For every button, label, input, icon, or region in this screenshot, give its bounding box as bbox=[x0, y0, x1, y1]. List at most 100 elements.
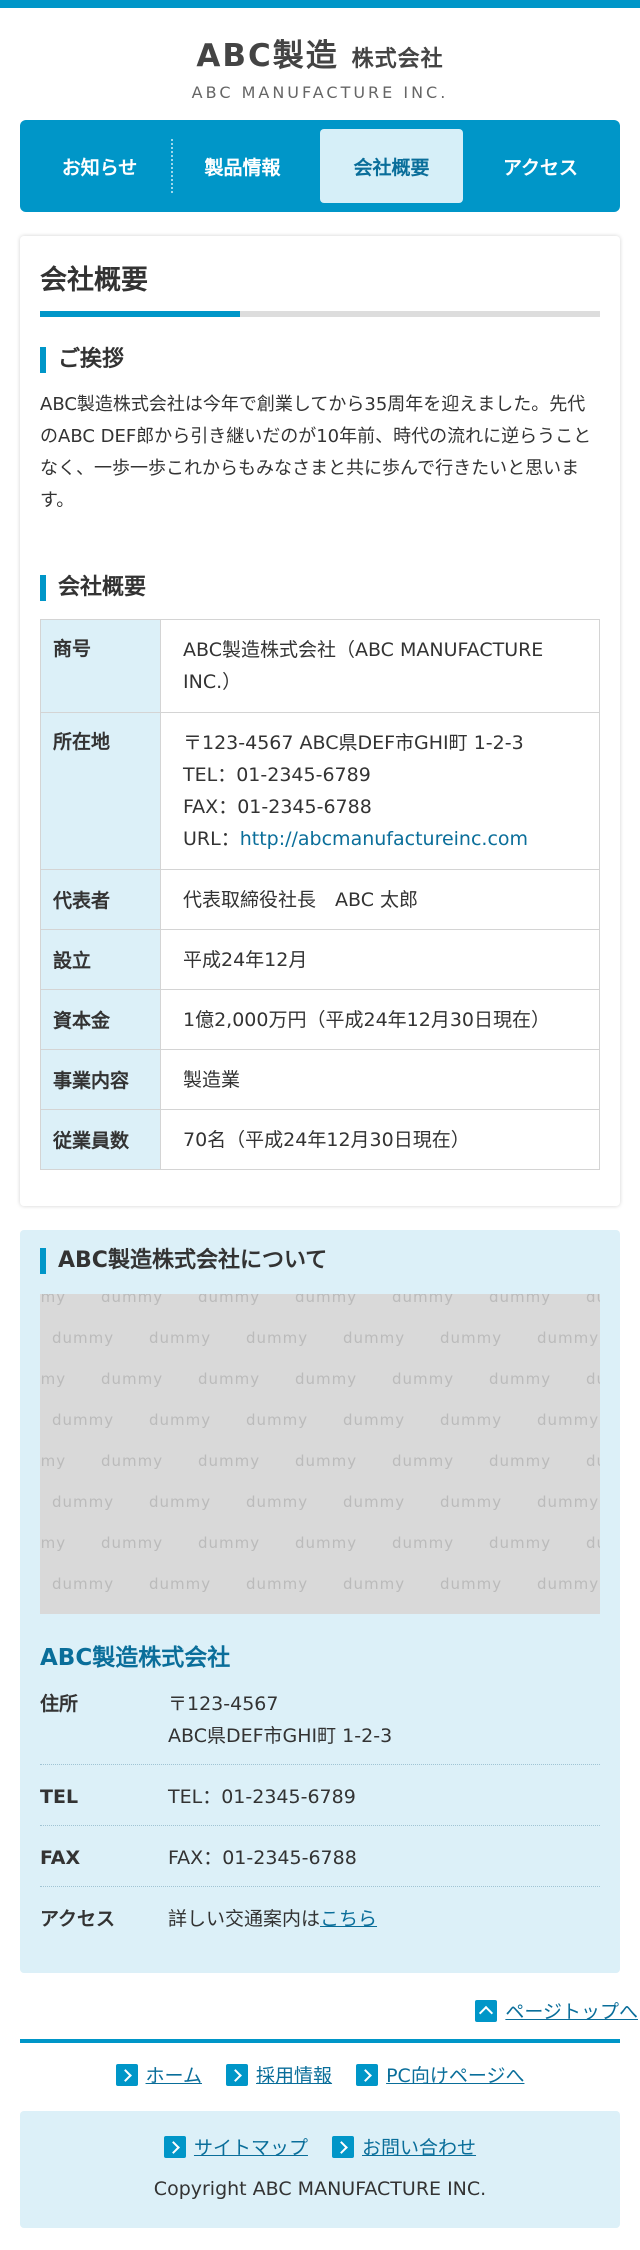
table-row: 事業内容 製造業 bbox=[40, 1049, 600, 1110]
footer-link-home[interactable]: ホーム bbox=[146, 2065, 202, 2087]
map-watermark-text: dummy bbox=[40, 1294, 67, 1306]
nav-item-products[interactable]: 製品情報 bbox=[171, 129, 314, 203]
map-watermark-text: dummy bbox=[586, 1370, 600, 1388]
map-watermark-text: dummy bbox=[198, 1534, 261, 1552]
row-key: 従業員数 bbox=[40, 1109, 161, 1170]
postal-code: 〒123-4567 bbox=[168, 1693, 279, 1715]
map-watermark-text: dummy bbox=[586, 1534, 600, 1552]
company-card: 会社概要 ご挨拶 ABC製造株式会社は今年で創業してから35周年を迎えました。先… bbox=[20, 236, 620, 1206]
info-value: FAX：01-2345-6788 bbox=[168, 1847, 357, 1869]
row-value: ABC製造株式会社（ABC MANUFACTURE INC.） bbox=[160, 619, 600, 713]
nav-item-access[interactable]: アクセス bbox=[469, 129, 612, 203]
info-value: TEL：01-2345-6789 bbox=[168, 1786, 356, 1808]
logo-subtitle: ABC MANUFACTURE INC. bbox=[191, 83, 449, 102]
row-key: 資本金 bbox=[40, 989, 161, 1050]
footer-link-pc[interactable]: PC向けページへ bbox=[386, 2065, 524, 2087]
info-row-fax: FAX FAX：01-2345-6788 bbox=[40, 1826, 600, 1887]
info-value: 詳しい交通案内はこちら bbox=[168, 1903, 600, 1935]
map-watermark-text: dummy bbox=[489, 1534, 552, 1552]
arrow-up-icon bbox=[475, 2000, 498, 2022]
map-watermark-text: dummy bbox=[343, 1575, 406, 1593]
website-link[interactable]: http://abcmanufactureinc.com bbox=[240, 828, 528, 850]
row-key: 商号 bbox=[40, 619, 161, 713]
map-watermark-text: dummy bbox=[537, 1411, 600, 1429]
footer-link-sitemap[interactable]: サイトマップ bbox=[194, 2137, 308, 2159]
access-link[interactable]: こちら bbox=[320, 1908, 377, 1930]
row-value: 1億2,000万円（平成24年12月30日現在） bbox=[160, 989, 600, 1050]
map-watermark-text: dummy bbox=[343, 1411, 406, 1429]
map-watermark-text: dummy bbox=[40, 1452, 67, 1470]
map-watermark-text: dummy bbox=[149, 1575, 212, 1593]
map-watermark-text: dummy bbox=[489, 1294, 552, 1306]
nav-item-news[interactable]: お知らせ bbox=[28, 129, 171, 203]
info-row-tel: TEL TEL：01-2345-6789 bbox=[40, 1765, 600, 1826]
chevron-right-icon bbox=[332, 2136, 355, 2158]
chevron-right-icon bbox=[163, 2136, 186, 2158]
about-heading: ABC製造株式会社について bbox=[40, 1248, 600, 1274]
about-section: ABC製造株式会社について dummydummydummydummydummyd… bbox=[20, 1230, 620, 1973]
row-key: 設立 bbox=[40, 929, 161, 990]
chevron-right-icon bbox=[356, 2064, 379, 2086]
global-nav: お知らせ 製品情報 会社概要 アクセス bbox=[20, 120, 620, 212]
map-watermark-text: dummy bbox=[101, 1294, 164, 1306]
map-watermark-text: dummy bbox=[52, 1329, 115, 1347]
map-watermark-text: dummy bbox=[537, 1493, 600, 1511]
footer-box: サイトマップ お問い合わせ Copyright ABC MANUFACTURE … bbox=[20, 2111, 620, 2228]
map-watermark-text: dummy bbox=[295, 1294, 358, 1306]
map-placeholder[interactable]: dummy dummy dummy dummy dummy dummy dummy dummy… bbox=[40, 1294, 600, 1614]
row-value: 代表取締役社長 ABC 太郎 bbox=[160, 869, 600, 930]
access-text: 詳しい交通案内は bbox=[168, 1908, 321, 1930]
map-watermark-text: dummy bbox=[392, 1294, 455, 1306]
profile-table: 商号 ABC製造株式会社（ABC MANUFACTURE INC.） 所在地 〒… bbox=[40, 619, 600, 1170]
footer-link-item: ホーム bbox=[115, 2061, 202, 2088]
chevron-right-icon bbox=[115, 2064, 138, 2086]
row-key: 事業内容 bbox=[40, 1049, 161, 1110]
footer-link-item: PC向けページへ bbox=[356, 2061, 524, 2088]
map-watermark-text: dummy bbox=[101, 1370, 164, 1388]
table-row: 従業員数 70名（平成24年12月30日現在） bbox=[40, 1109, 600, 1170]
map-watermark-text: dummy bbox=[246, 1329, 309, 1347]
footer-link-item: 採用情報 bbox=[226, 2061, 332, 2088]
map-watermark-text: dummy bbox=[537, 1575, 600, 1593]
map-watermark-text: dummy bbox=[489, 1370, 552, 1388]
pagetop-link[interactable]: ページトップへ bbox=[505, 2001, 638, 2023]
footer-link-contact[interactable]: お問い合わせ bbox=[362, 2137, 476, 2159]
address-line: ABC県DEF市GHI町 1-2-3 bbox=[168, 1725, 393, 1747]
map-watermark-text: dummy bbox=[392, 1534, 455, 1552]
pagetop-area: ページトップへ bbox=[0, 1973, 640, 2039]
logo-main-text: ABC製造 bbox=[196, 38, 339, 74]
map-watermark-text: dummy bbox=[392, 1452, 455, 1470]
map-watermark-text: dummy bbox=[246, 1411, 309, 1429]
map-watermark-text: dummy bbox=[440, 1575, 503, 1593]
nav-item-company[interactable]: 会社概要 bbox=[320, 129, 463, 203]
chevron-right-icon bbox=[226, 2064, 249, 2086]
map-watermark-text: dummy bbox=[586, 1294, 600, 1306]
table-row: 代表者 代表取締役社長 ABC 太郎 bbox=[40, 869, 600, 930]
map-watermark-text: dummy bbox=[198, 1370, 261, 1388]
map-watermark-text: dummy bbox=[101, 1534, 164, 1552]
map-watermark-text: dummy bbox=[149, 1329, 212, 1347]
map-watermark-text: dummy bbox=[198, 1294, 261, 1306]
map-watermark-text: dummy bbox=[246, 1493, 309, 1511]
row-key: 代表者 bbox=[40, 869, 161, 930]
logo[interactable]: ABC製造 株式会社 bbox=[0, 30, 640, 75]
map-watermark-text: dummy bbox=[52, 1411, 115, 1429]
table-row: 資本金 1億2,000万円（平成24年12月30日現在） bbox=[40, 989, 600, 1050]
map-watermark-text: dummy bbox=[440, 1411, 503, 1429]
site-header: ABC製造 株式会社 ABC MANUFACTURE INC. bbox=[0, 8, 640, 120]
map-watermark-text: dummy bbox=[392, 1370, 455, 1388]
map-watermark-text: dummy bbox=[40, 1370, 67, 1388]
page-title: 会社概要 bbox=[40, 265, 148, 296]
map-watermark-text: dummy bbox=[295, 1370, 358, 1388]
row-value-address: 〒123-4567 ABC県DEF市GHI町 1-2-3 TEL：01-2345… bbox=[160, 712, 600, 870]
info-row-address: 住所 〒123-4567 ABC県DEF市GHI町 1-2-3 bbox=[40, 1672, 600, 1765]
footer-link-item: お問い合わせ bbox=[332, 2133, 476, 2160]
map-watermark-text: dummy bbox=[295, 1452, 358, 1470]
fax-text: FAX：01-2345-6788 bbox=[183, 796, 372, 818]
map-watermark-text: dummy bbox=[246, 1575, 309, 1593]
profile-heading: 会社概要 bbox=[40, 575, 600, 601]
map-watermark-text: dummy bbox=[295, 1534, 358, 1552]
map-watermark-text: dummy bbox=[101, 1452, 164, 1470]
map-watermark-text: dummy bbox=[149, 1493, 212, 1511]
footer-link-recruit[interactable]: 採用情報 bbox=[256, 2065, 332, 2087]
